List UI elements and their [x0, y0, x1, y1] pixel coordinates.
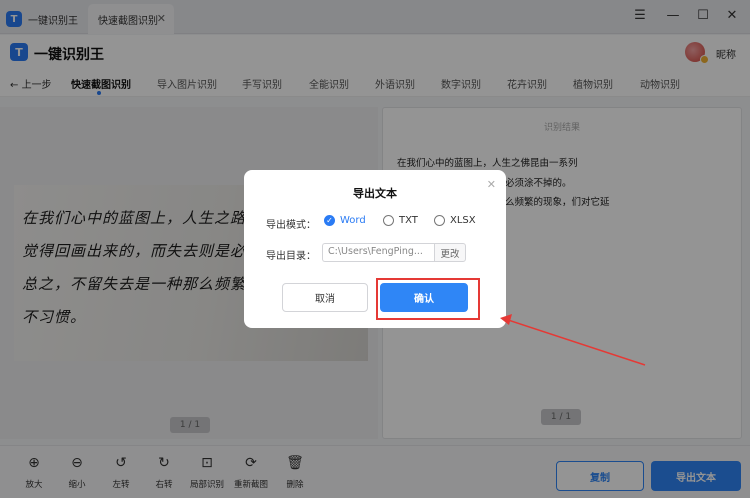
- radio-xlsx[interactable]: XLSX: [434, 215, 476, 226]
- radio-txt[interactable]: TXT: [383, 215, 418, 226]
- radio-unchecked-icon: [434, 215, 445, 226]
- radio-checked-icon: ✓: [324, 215, 335, 226]
- change-dir-button[interactable]: 更改: [434, 243, 466, 262]
- radio-unchecked-icon: [383, 215, 394, 226]
- dialog-title: 导出文本: [353, 187, 397, 200]
- radio-label: TXT: [399, 215, 418, 226]
- radio-label: Word: [340, 215, 366, 226]
- radio-word[interactable]: ✓ Word: [324, 215, 366, 226]
- highlight-box: [376, 278, 480, 320]
- export-path-input[interactable]: C:\Users\FengPing...: [322, 243, 434, 262]
- export-mode-label: 导出模式：: [266, 220, 316, 231]
- dialog-close-icon[interactable]: ✕: [487, 178, 496, 191]
- radio-label: XLSX: [450, 215, 476, 226]
- export-dir-label: 导出目录：: [266, 251, 316, 262]
- cancel-button[interactable]: 取消: [282, 283, 368, 312]
